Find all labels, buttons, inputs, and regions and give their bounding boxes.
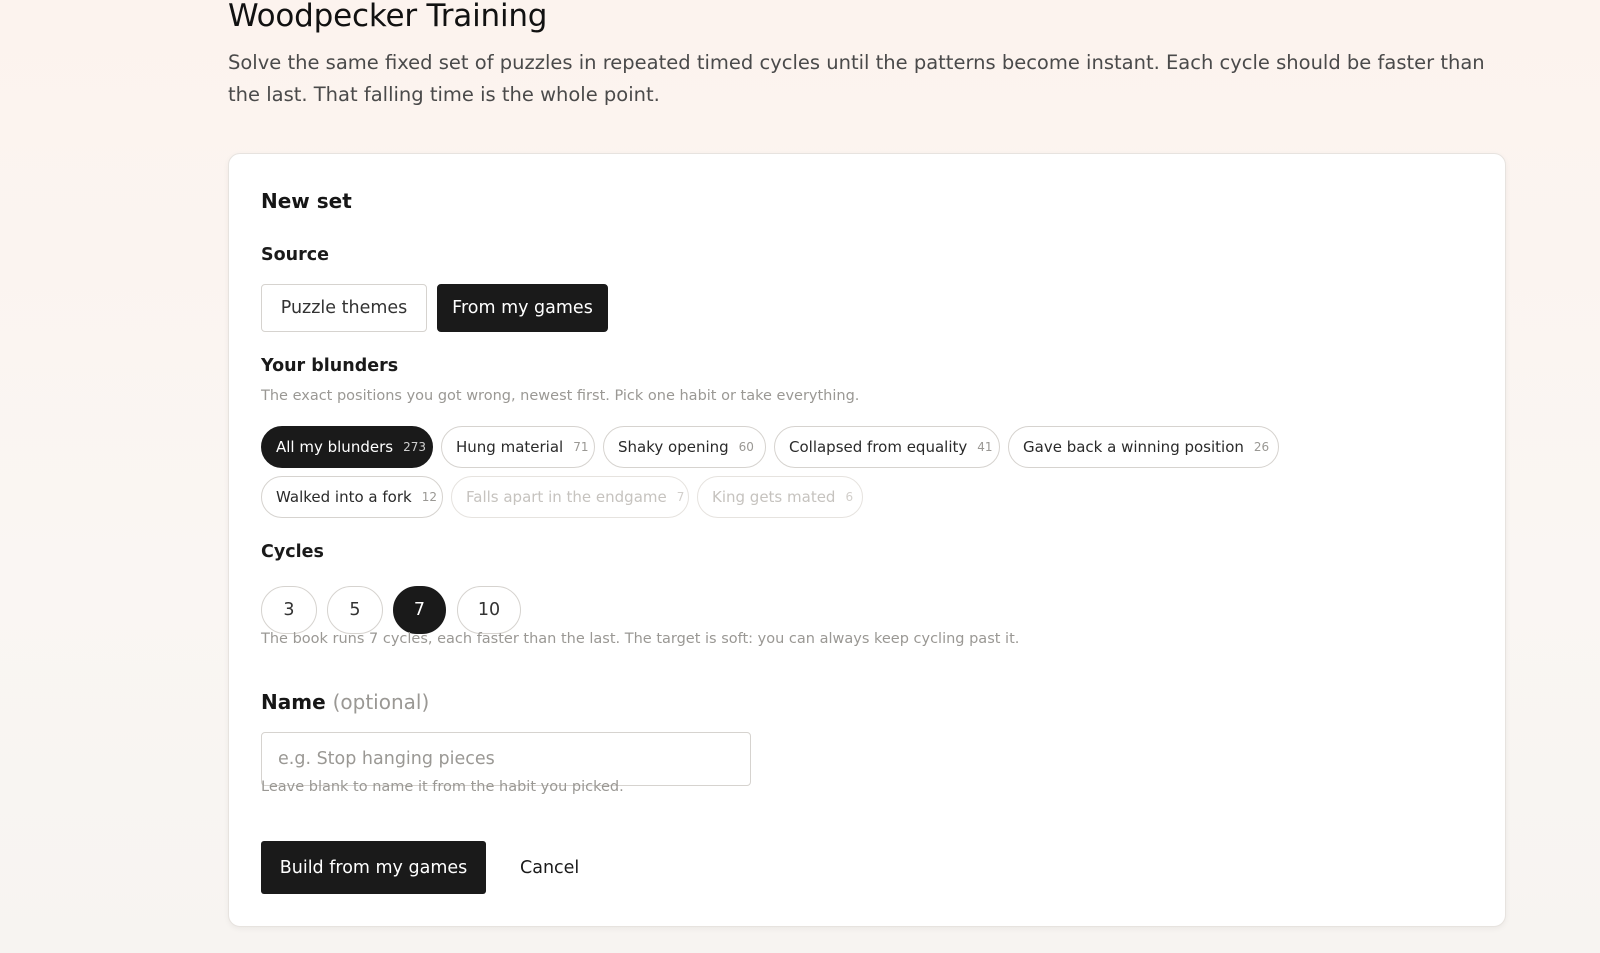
chip-label: Gave back a winning position [1023, 438, 1244, 456]
chip-walked-into-a-fork[interactable]: Walked into a fork 12 [261, 476, 443, 518]
cycle-option-7[interactable]: 7 [393, 586, 446, 634]
chip-hung-material[interactable]: Hung material 71 [441, 426, 595, 468]
chip-king-gets-mated: King gets mated 6 [697, 476, 863, 518]
build-from-my-games-button[interactable]: Build from my games [261, 841, 486, 894]
card-title: New set [261, 189, 352, 213]
cancel-button[interactable]: Cancel [512, 841, 587, 894]
chip-shaky-opening[interactable]: Shaky opening 60 [603, 426, 766, 468]
page-description: Solve the same fixed set of puzzles in r… [228, 51, 1485, 106]
blunders-hint: The exact positions you got wrong, newes… [261, 388, 860, 404]
chip-count: 6 [845, 490, 854, 504]
cycles-label: Cycles [261, 542, 324, 562]
chip-label: Hung material [456, 438, 564, 456]
source-from-my-games-button[interactable]: From my games [437, 284, 608, 332]
name-optional-text: (optional) [332, 690, 430, 714]
chip-count: 60 [738, 440, 754, 454]
page: Woodpecker Training Solve the same fixed… [0, 0, 1600, 953]
chip-count: 41 [977, 440, 993, 454]
name-hint: Leave blank to name it from the habit yo… [261, 779, 624, 795]
name-label: Name (optional) [261, 690, 429, 714]
cycle-option-3[interactable]: 3 [261, 586, 317, 634]
chip-label: Walked into a fork [276, 488, 412, 506]
chip-count: 26 [1253, 440, 1270, 454]
chip-label: Shaky opening [618, 438, 729, 456]
source-puzzle-themes-button[interactable]: Puzzle themes [261, 284, 427, 332]
page-title: Woodpecker Training [228, 0, 548, 34]
chip-label: King gets mated [712, 488, 836, 506]
chip-count: 7 [676, 490, 685, 504]
new-set-card: New set Source Puzzle themes From my gam… [228, 153, 1506, 927]
chip-all-my-blunders[interactable]: All my blunders 273 [261, 426, 433, 468]
chip-label: All my blunders [276, 438, 394, 456]
chip-label: Collapsed from equality [789, 438, 968, 456]
name-input[interactable] [261, 732, 751, 786]
chip-count: 71 [573, 440, 589, 454]
chip-count: 12 [421, 490, 437, 504]
cycles-hint: The book runs 7 cycles, each faster than… [261, 631, 1020, 647]
chip-gave-back-winning-position[interactable]: Gave back a winning position 26 [1008, 426, 1279, 468]
source-label: Source [261, 245, 329, 265]
chip-count: 273 [403, 440, 426, 454]
name-label-text: Name [261, 690, 326, 714]
chip-collapsed-from-equality[interactable]: Collapsed from equality 41 [774, 426, 1000, 468]
chip-falls-apart-in-endgame: Falls apart in the endgame 7 [451, 476, 689, 518]
blunders-label: Your blunders [261, 356, 399, 376]
chip-label: Falls apart in the endgame [466, 488, 667, 506]
cycle-option-5[interactable]: 5 [327, 586, 383, 634]
cycle-option-10[interactable]: 10 [457, 586, 521, 634]
